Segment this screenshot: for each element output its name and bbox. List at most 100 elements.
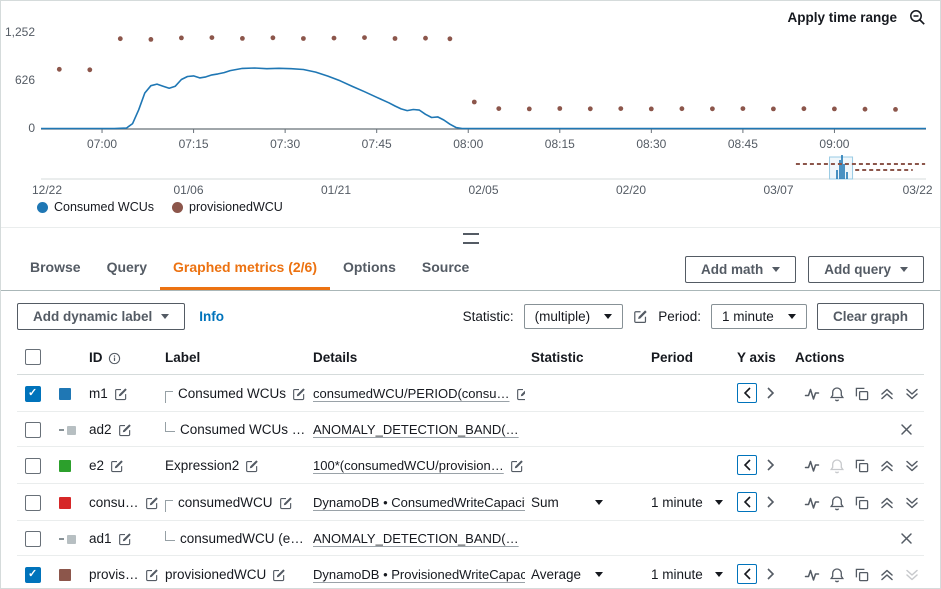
statistic-value: Average — [531, 567, 581, 582]
alarm-bell-icon[interactable] — [829, 458, 845, 474]
y-tick-label: 1,252 — [1, 25, 35, 39]
edit-id-icon[interactable] — [118, 423, 132, 437]
pulse-icon[interactable] — [804, 458, 820, 474]
metric-details[interactable]: ANOMALY_DETECTION_BAND(… — [313, 422, 519, 437]
edit-statistic-icon[interactable] — [633, 309, 648, 324]
period-dropdown[interactable]: 1 minute — [651, 567, 723, 582]
add-dynamic-label-button[interactable]: Add dynamic label — [17, 303, 185, 330]
color-swatch — [59, 497, 71, 509]
zoom-out-icon[interactable] — [909, 9, 926, 26]
edit-label-icon[interactable] — [279, 496, 293, 510]
graphed-metrics-toolbar: Add dynamic label Info Statistic: (multi… — [1, 291, 940, 340]
split-drag-handle[interactable] — [1, 227, 940, 248]
statistic-select-value: (multiple) — [535, 309, 591, 324]
alarm-bell-icon[interactable] — [829, 495, 845, 511]
timeline-tick-label: 02/20 — [616, 183, 646, 197]
move-up-icon[interactable] — [879, 567, 895, 583]
metric-label: Consumed WCUs … — [180, 422, 305, 437]
clear-graph-button[interactable]: Clear graph — [817, 303, 924, 330]
pulse-icon[interactable] — [804, 567, 820, 583]
statistic-dropdown[interactable]: Sum — [531, 495, 603, 510]
row-checkbox[interactable] — [25, 422, 41, 438]
metric-details[interactable]: consumedWCU/PERIOD(consu… — [313, 386, 510, 401]
info-icon[interactable] — [108, 352, 121, 365]
edit-id-icon[interactable] — [110, 459, 124, 473]
edit-label-icon[interactable] — [245, 459, 259, 473]
y-axis-right-button[interactable] — [761, 456, 779, 474]
info-link[interactable]: Info — [199, 309, 224, 324]
alarm-bell-icon[interactable] — [829, 567, 845, 583]
edit-label-icon[interactable] — [292, 387, 306, 401]
duplicate-icon[interactable] — [854, 386, 870, 402]
edit-id-icon[interactable] — [114, 387, 128, 401]
edit-id-icon[interactable] — [145, 496, 159, 510]
tab-options[interactable]: Options — [330, 248, 409, 290]
row-checkbox[interactable] — [25, 458, 41, 474]
y-axis-left-button[interactable] — [737, 383, 757, 403]
y-axis-left-button[interactable] — [737, 564, 757, 584]
legend-item-provisionedwcu[interactable]: provisionedWCU — [172, 200, 283, 214]
legend-item-consumed-wcus[interactable]: Consumed WCUs — [37, 200, 154, 214]
move-down-icon[interactable] — [904, 567, 920, 583]
edit-label-icon[interactable] — [272, 568, 286, 582]
apply-time-range-button[interactable]: Apply time range — [787, 10, 897, 25]
duplicate-icon[interactable] — [854, 495, 870, 511]
add-query-button[interactable]: Add query — [808, 256, 924, 283]
edit-id-icon[interactable] — [118, 532, 132, 546]
select-all-checkbox[interactable] — [25, 349, 41, 365]
caret-down-icon — [595, 572, 603, 577]
metric-details[interactable]: 100*(consumedWCU/provision… — [313, 458, 504, 473]
tree-connector-icon — [165, 422, 175, 432]
edit-id-icon[interactable] — [145, 568, 159, 582]
y-axis-right-button[interactable] — [761, 565, 779, 583]
pulse-icon[interactable] — [804, 495, 820, 511]
move-down-icon[interactable] — [904, 495, 920, 511]
y-axis-right-button[interactable] — [761, 384, 779, 402]
statistic-select[interactable]: (multiple) — [524, 304, 624, 329]
remove-icon[interactable] — [899, 531, 914, 546]
period-select[interactable]: 1 minute — [711, 304, 807, 329]
edit-details-icon[interactable] — [516, 387, 526, 401]
row-checkbox[interactable] — [25, 531, 41, 547]
metric-details[interactable]: DynamoDB • ConsumedWriteCapacity — [313, 495, 525, 510]
column-header-id: ID — [83, 340, 159, 375]
chart-section: Apply time range 1,2526260 07:0007:1507:… — [1, 1, 940, 227]
metric-details[interactable]: DynamoDB • ProvisionedWriteCapacity — [313, 567, 525, 582]
statistic-dropdown[interactable]: Average — [531, 567, 603, 582]
tab-source[interactable]: Source — [409, 248, 482, 290]
move-down-icon[interactable] — [904, 458, 920, 474]
table-row: ad2Consumed WCUs …ANOMALY_DETECTION_BAND… — [17, 412, 924, 447]
caret-down-icon — [715, 500, 723, 505]
alarm-bell-icon[interactable] — [829, 386, 845, 402]
period-dropdown[interactable]: 1 minute — [651, 495, 723, 510]
y-axis-toggle — [737, 455, 779, 475]
metric-details[interactable]: ANOMALY_DETECTION_BAND(… — [313, 531, 519, 546]
toolbar-right: Statistic: (multiple) Period: 1 minute C… — [463, 303, 924, 330]
move-up-icon[interactable] — [879, 495, 895, 511]
statistic-value: Sum — [531, 495, 559, 510]
pulse-icon[interactable] — [804, 386, 820, 402]
column-header-period: Period — [645, 340, 731, 375]
y-axis-right-button[interactable] — [761, 493, 779, 511]
remove-icon[interactable] — [899, 422, 914, 437]
y-axis-left-button[interactable] — [737, 455, 757, 475]
metric-label: consumedWCU (e… — [180, 531, 304, 546]
duplicate-icon[interactable] — [854, 458, 870, 474]
add-math-label: Add math — [701, 262, 763, 277]
timeline-overview-svg[interactable] — [41, 155, 926, 181]
y-axis-toggle — [737, 492, 779, 512]
row-checkbox[interactable] — [25, 386, 41, 402]
duplicate-icon[interactable] — [854, 567, 870, 583]
move-up-icon[interactable] — [879, 458, 895, 474]
row-checkbox[interactable] — [25, 495, 41, 511]
x-tick-label: 09:00 — [819, 137, 849, 151]
move-down-icon[interactable] — [904, 386, 920, 402]
move-up-icon[interactable] — [879, 386, 895, 402]
tab-browse[interactable]: Browse — [17, 248, 94, 290]
tab-graphed-metrics-2-6[interactable]: Graphed metrics (2/6) — [160, 248, 330, 290]
y-axis-left-button[interactable] — [737, 492, 757, 512]
tab-query[interactable]: Query — [94, 248, 160, 290]
edit-details-icon[interactable] — [510, 459, 524, 473]
add-math-button[interactable]: Add math — [685, 256, 796, 283]
row-checkbox[interactable] — [25, 567, 41, 583]
